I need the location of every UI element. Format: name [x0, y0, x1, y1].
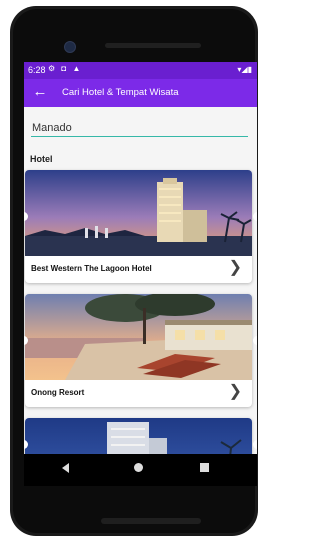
side-indicator — [253, 440, 257, 449]
side-indicator — [253, 336, 257, 345]
hotel-image — [25, 418, 252, 454]
camera-icon — [64, 41, 76, 53]
speaker-grille — [105, 43, 201, 48]
hotel-card[interactable]: Onong Resort ❯ — [25, 294, 252, 407]
nav-home-icon[interactable] — [134, 463, 143, 472]
nav-recents-icon[interactable] — [200, 463, 209, 472]
app-screen: 6:28 ⚙ ◘ ▲ ▾◢▮ ← Cari Hotel & Tempat Wis… — [24, 62, 257, 454]
status-bar: 6:28 ⚙ ◘ ▲ ▾◢▮ — [24, 62, 257, 79]
status-notification-icons: ⚙ ◘ ▲ — [48, 64, 83, 73]
hotel-image — [25, 294, 252, 380]
arrow-left-icon[interactable]: ← — [31, 83, 49, 101]
section-title: Hotel — [30, 154, 53, 164]
bottom-speaker — [101, 518, 201, 524]
hotel-name: Best Western The Lagoon Hotel — [31, 264, 152, 273]
app-bar: ← Cari Hotel & Tempat Wisata — [24, 79, 257, 107]
hotel-card[interactable]: Best Western The Lagoon Hotel ❯ — [25, 170, 252, 283]
side-indicator — [253, 212, 257, 221]
page-title: Cari Hotel & Tempat Wisata — [62, 87, 179, 98]
chevron-right-icon[interactable]: ❯ — [229, 384, 242, 400]
chevron-right-icon[interactable]: ❯ — [229, 260, 242, 276]
system-nav-bar — [24, 454, 257, 486]
status-time: 6:28 — [28, 65, 46, 75]
status-signal-battery-icon: ▾◢▮ — [237, 65, 252, 74]
hotel-name: Onong Resort — [31, 388, 85, 397]
hotel-image — [25, 170, 252, 256]
hotel-card[interactable] — [25, 418, 252, 454]
nav-back-icon[interactable] — [62, 463, 69, 473]
search-input[interactable]: Manado — [31, 122, 248, 137]
